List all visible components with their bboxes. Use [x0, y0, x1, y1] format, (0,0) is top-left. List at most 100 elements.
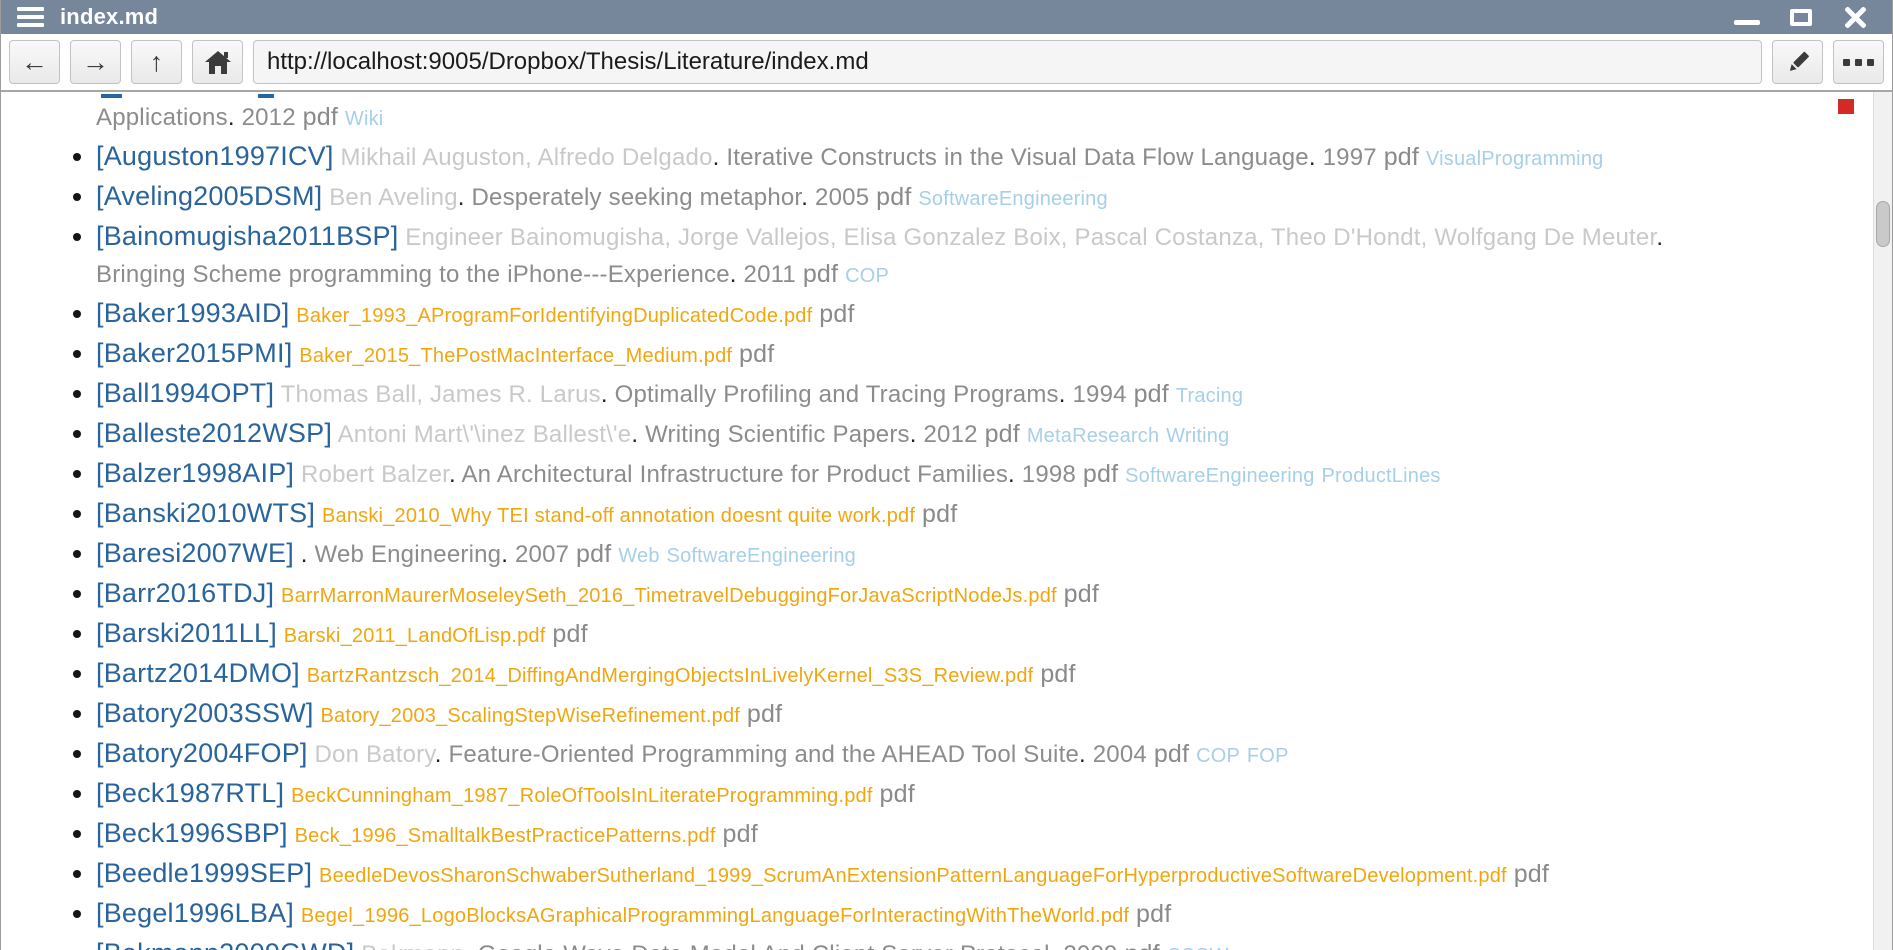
pdf-link[interactable]: pdf [1040, 660, 1075, 688]
pdf-link[interactable]: pdf [803, 260, 838, 288]
pdf-link[interactable]: pdf [552, 620, 587, 648]
pdf-filename-link[interactable]: Banski_2010_Why TEI stand-off annotation… [322, 505, 915, 527]
home-icon [204, 49, 232, 75]
scrollbar[interactable] [1873, 92, 1892, 950]
pdf-filename-link[interactable]: BartzRantzsch_2014_DiffingAndMergingObje… [307, 665, 1034, 687]
pdf-filename-link[interactable]: Barski_2011_LandOfLisp.pdf [284, 625, 546, 647]
citation-key-link[interactable]: [Beedle1999SEP] [96, 858, 312, 888]
tag-link[interactable]: VisualProgramming [1426, 148, 1604, 170]
pdf-filename-link[interactable]: BeedleDevosSharonSchwaberSutherland_1999… [319, 865, 1507, 887]
entry-title: Web Engineering [315, 541, 502, 568]
url-input[interactable] [253, 40, 1762, 84]
pdf-link[interactable]: pdf [1384, 143, 1419, 171]
pdf-link[interactable]: pdf [1064, 580, 1099, 608]
tag-link[interactable]: Writing [1166, 425, 1229, 447]
bibliography-entry: [Bekmann2009GWD] Bekmann. Google Wave Da… [96, 935, 1858, 950]
up-button[interactable]: ↑ [131, 40, 182, 84]
home-button[interactable] [192, 40, 243, 84]
pdf-link[interactable]: pdf [876, 183, 911, 211]
bibliography-entry: [Barr2016TDJ] BarrMarronMaurerMoseleySet… [96, 575, 1858, 615]
edit-button[interactable] [1772, 40, 1823, 84]
citation-key-link[interactable]: [Aveling2005DSM] [96, 181, 322, 211]
toolbar: ← → ↑ [1, 34, 1892, 92]
tag-link[interactable]: SoftwareEngineering [667, 545, 856, 567]
hamburger-menu-icon[interactable] [17, 7, 44, 27]
bibliography-entry: Applications. 2012 pdf Wiki [96, 99, 1858, 138]
tag-link[interactable]: CSCW [1167, 945, 1229, 950]
citation-key-link[interactable]: [Bekmann2009GWD] [96, 938, 354, 950]
close-button[interactable] [1842, 5, 1868, 29]
citation-key-link[interactable]: [Baresi2007WE] [96, 538, 294, 568]
entry-title: Bringing Scheme programming to the iPhon… [96, 261, 730, 288]
back-button[interactable]: ← [9, 40, 60, 84]
citation-key-link[interactable]: [Banski2010WTS] [96, 498, 315, 528]
pdf-filename-link[interactable]: BeckCunningham_1987_RoleOfToolsInLiterat… [291, 785, 873, 807]
pdf-filename-link[interactable]: Baker_1993_AProgramForIdentifyingDuplica… [296, 305, 812, 327]
citation-key-link[interactable]: [Ball1994OPT] [96, 378, 274, 408]
pencil-icon [1785, 49, 1811, 75]
tag-link[interactable]: MetaResearch [1027, 425, 1159, 447]
entry-authors: Antoni Mart\'\inez Ballest\'e [338, 421, 632, 448]
separator-period: . [1656, 224, 1663, 251]
pdf-link[interactable]: pdf [1514, 860, 1549, 888]
pdf-link[interactable]: pdf [303, 103, 338, 131]
entry-continuation-line: Bringing Scheme programming to the iPhon… [96, 256, 1858, 295]
tag-link[interactable]: ProductLines [1321, 465, 1440, 487]
pdf-link[interactable]: pdf [747, 700, 782, 728]
pdf-link[interactable]: pdf [739, 340, 774, 368]
pdf-filename-link[interactable]: Begel_1996_LogoBlocksAGraphicalProgrammi… [301, 905, 1129, 927]
pdf-link[interactable]: pdf [880, 780, 915, 808]
pdf-link[interactable]: pdf [1134, 380, 1169, 408]
citation-key-link[interactable]: [Beck1987RTL] [96, 778, 284, 808]
pdf-link[interactable]: pdf [922, 500, 957, 528]
citation-key-link[interactable]: [Baker2015PMI] [96, 338, 292, 368]
more-options-button[interactable] [1833, 40, 1884, 84]
citation-key-link[interactable]: [Barski2011LL] [96, 618, 277, 648]
pdf-link[interactable]: pdf [1154, 740, 1189, 768]
pdf-filename-link[interactable]: BarrMarronMaurerMoseleySeth_2016_Timetra… [281, 585, 1057, 607]
citation-key-link[interactable]: [Batory2003SSW] [96, 698, 314, 728]
pdf-link[interactable]: pdf [1083, 460, 1118, 488]
citation-key-link[interactable]: [Balzer1998AIP] [96, 458, 294, 488]
tag-link[interactable]: FOP [1247, 745, 1289, 767]
pdf-link[interactable]: pdf [576, 540, 611, 568]
pdf-link[interactable]: pdf [1136, 900, 1171, 928]
citation-key-link[interactable]: [Begel1996LBA] [96, 898, 294, 928]
pdf-link[interactable]: pdf [985, 420, 1020, 448]
citation-key-link[interactable]: [Beck1996SBP] [96, 818, 288, 848]
tag-link[interactable]: COP [1196, 745, 1240, 767]
tag-link[interactable]: COP [845, 265, 889, 287]
tag-link[interactable]: Wiki [345, 108, 384, 130]
pdf-filename-link[interactable]: Batory_2003_ScalingStepWiseRefinement.pd… [320, 705, 740, 727]
separator-period: . [228, 104, 235, 131]
citation-key-link[interactable]: [Batory2004FOP] [96, 738, 308, 768]
entry-authors: Robert Balzer [301, 461, 449, 488]
entry-year: 1997 [1323, 144, 1377, 171]
entry-title: Desperately seeking metaphor [472, 184, 802, 211]
entry-year: 2012 [924, 421, 978, 448]
citation-key-link[interactable]: [Baker1993AID] [96, 298, 289, 328]
tag-link[interactable]: Tracing [1176, 385, 1243, 407]
maximize-button[interactable] [1790, 9, 1812, 26]
citation-key-link[interactable]: [Auguston1997ICV] [96, 141, 334, 171]
pdf-link[interactable]: pdf [819, 300, 854, 328]
scrollbar-thumb[interactable] [1876, 201, 1890, 247]
pdf-filename-link[interactable]: Beck_1996_SmalltalkBestPracticePatterns.… [295, 825, 716, 847]
tag-link[interactable]: Web [618, 545, 659, 567]
forward-button[interactable]: → [70, 40, 121, 84]
tag-link[interactable]: SoftwareEngineering [918, 188, 1107, 210]
citation-key-link[interactable]: [Barr2016TDJ] [96, 578, 274, 608]
minimize-button[interactable] [1734, 20, 1760, 25]
pdf-link[interactable]: pdf [1124, 940, 1159, 950]
citation-key-link[interactable]: [Balleste2012WSP] [96, 418, 332, 448]
entry-authors: Ben Aveling [329, 184, 458, 211]
entry-title: Applications [96, 104, 228, 131]
citation-key-link[interactable]: [Bainomugisha2011BSP] [96, 221, 398, 251]
pdf-filename-link[interactable]: Baker_2015_ThePostMacInterface_Medium.pd… [299, 345, 732, 367]
pdf-link[interactable]: pdf [723, 820, 758, 848]
citation-key-link[interactable]: [Bartz2014DMO] [96, 658, 300, 688]
document-view: Applications. 2012 pdf Wiki[Auguston1997… [1, 92, 1892, 950]
entry-title: Writing Scientific Papers [645, 421, 910, 448]
entry-year: 2012 [242, 104, 296, 131]
tag-link[interactable]: SoftwareEngineering [1125, 465, 1314, 487]
